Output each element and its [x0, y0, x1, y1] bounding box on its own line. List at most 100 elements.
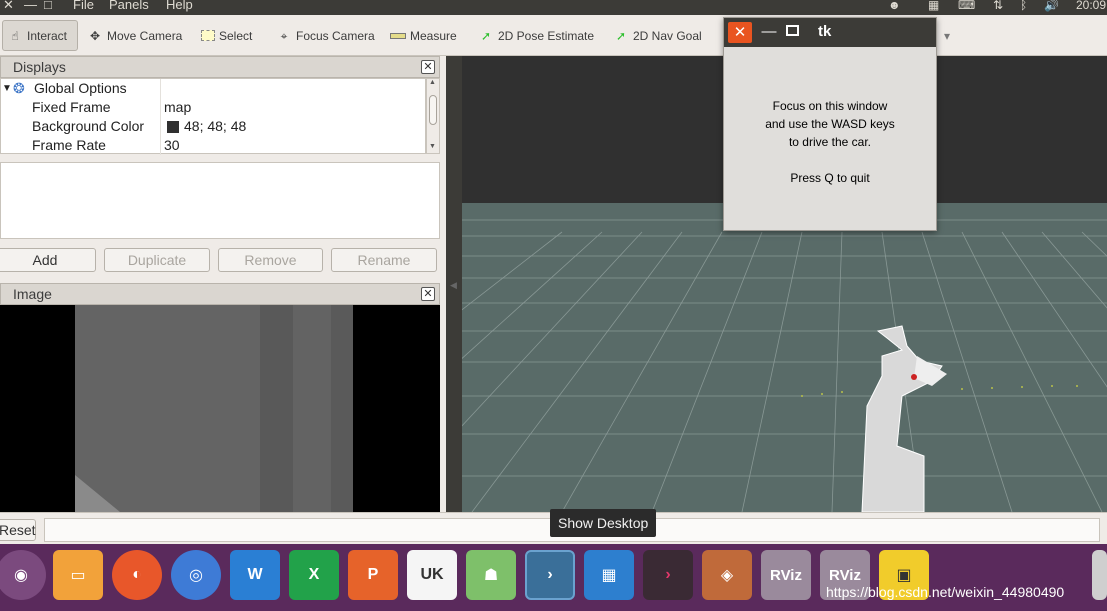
- window-minimize-icon[interactable]: —: [24, 0, 37, 12]
- menu-help[interactable]: Help: [166, 0, 193, 12]
- property-key: Fixed Frame: [32, 99, 111, 115]
- displays-title-text: Displays: [13, 59, 66, 75]
- firefox-icon[interactable]: ◐: [112, 550, 162, 600]
- property-value[interactable]: 48; 48; 48: [184, 117, 246, 136]
- wps-presentation-icon[interactable]: P: [348, 550, 398, 600]
- image-panel-title: Image ✕: [0, 283, 440, 305]
- tool-measure[interactable]: Measure: [386, 20, 461, 51]
- instruction-line: Focus on this window: [772, 99, 888, 113]
- tool-label: Focus Camera: [296, 28, 375, 43]
- left-dock-panel: Displays ✕ ▼ ❂ Global Options Fixed Fram…: [0, 56, 446, 512]
- close-icon[interactable]: ✕: [728, 22, 752, 43]
- wps-spreadsheet-icon[interactable]: X: [289, 550, 339, 600]
- system-menu-bar: ✕ — □ File Panels Help ☻ ▦ ⌨ ⇅ ᛒ 🔊 20:09: [0, 0, 1107, 15]
- tool-focus-camera[interactable]: ⌖ Focus Camera: [272, 20, 379, 51]
- tree-row-background-color[interactable]: Background Color 48; 48; 48: [1, 117, 427, 136]
- image-title-text: Image: [13, 286, 52, 302]
- property-description-box: [0, 162, 440, 239]
- green-arrow-icon: ➚: [615, 28, 627, 43]
- wps-writer-icon[interactable]: W: [230, 550, 280, 600]
- menu-panels[interactable]: Panels: [109, 0, 149, 12]
- tool-2d-pose-estimate[interactable]: ➚ 2D Pose Estimate: [474, 20, 598, 51]
- tool-select[interactable]: Select: [197, 20, 256, 51]
- instruction-line: [724, 151, 936, 169]
- clock[interactable]: 20:09: [1076, 0, 1106, 12]
- scroll-up-icon[interactable]: ▲: [429, 79, 436, 86]
- property-value[interactable]: map: [164, 98, 191, 117]
- tool-label: 2D Pose Estimate: [498, 28, 595, 43]
- property-key: Frame Rate: [32, 137, 106, 153]
- displays-panel-title: Displays ✕: [0, 56, 440, 78]
- camera-image-view: [0, 305, 440, 512]
- close-icon[interactable]: ✕: [421, 60, 435, 74]
- remove-button[interactable]: Remove: [218, 248, 323, 272]
- tree-row-fixed-frame[interactable]: Fixed Frame map: [1, 98, 427, 117]
- move-camera-icon: ✥: [89, 28, 101, 43]
- global-options-label: Global Options: [34, 80, 127, 96]
- tool-label: Move Camera: [107, 28, 183, 43]
- add-button[interactable]: Add: [0, 248, 96, 272]
- calendar-icon[interactable]: ▦: [928, 0, 939, 12]
- tool-label: Select: [219, 28, 253, 43]
- toolbar-overflow-icon[interactable]: ▾: [940, 20, 954, 51]
- property-value[interactable]: 30: [164, 136, 180, 155]
- reset-button[interactable]: Reset: [0, 519, 36, 541]
- files-folder-icon[interactable]: ▭: [53, 550, 103, 600]
- instruction-line: and use the WASD keys: [765, 117, 895, 131]
- tree-row-frame-rate[interactable]: Frame Rate 30: [1, 136, 427, 155]
- gazebo-icon[interactable]: ◈: [702, 550, 752, 600]
- instruction-line: Press Q to quit: [790, 171, 870, 185]
- tk-teleop-window[interactable]: ✕ — tk Focus on this window and use the …: [723, 17, 937, 231]
- maximize-icon[interactable]: [786, 25, 799, 36]
- tree-row-global-options[interactable]: ▼ ❂ Global Options: [1, 79, 427, 98]
- show-desktop-tooltip: Show Desktop: [550, 509, 657, 537]
- tk-window-title: tk: [818, 23, 832, 40]
- network-icon[interactable]: ⇅: [993, 0, 1003, 12]
- scroll-down-icon[interactable]: ▼: [429, 143, 436, 150]
- tool-2d-nav-goal[interactable]: ➚ 2D Nav Goal: [609, 20, 706, 51]
- instruction-line: to drive the car.: [788, 135, 872, 149]
- ros-robot-icon[interactable]: ☗: [466, 550, 516, 600]
- keyboard-icon[interactable]: ⌨: [958, 0, 975, 12]
- tool-move-camera[interactable]: ✥ Move Camera: [83, 20, 186, 51]
- menu-file[interactable]: File: [73, 0, 94, 12]
- terminal-red-icon[interactable]: ›: [643, 550, 693, 600]
- property-key: Background Color: [32, 118, 145, 134]
- close-icon[interactable]: ✕: [421, 287, 435, 301]
- duplicate-button[interactable]: Duplicate: [104, 248, 210, 272]
- terminal-icon[interactable]: ›: [525, 550, 575, 600]
- tk-instructions: Focus on this window and use the WASD ke…: [724, 97, 936, 187]
- rename-button[interactable]: Rename: [331, 248, 437, 272]
- window-close-icon[interactable]: ✕: [3, 0, 14, 13]
- focus-camera-icon: ⌖: [280, 28, 288, 43]
- scrollbar-thumb[interactable]: [429, 95, 437, 125]
- minimize-icon[interactable]: —: [759, 22, 779, 42]
- trash-icon[interactable]: [1092, 550, 1107, 600]
- ubuntu-logo-icon[interactable]: ◉: [0, 550, 46, 600]
- rviz-toolbar: ☝ Interact ✥ Move Camera Select ⌖ Focus …: [0, 15, 1107, 56]
- green-arrow-icon: ➚: [480, 28, 492, 43]
- desktop: ✕ — □ File Panels Help ☻ ▦ ⌨ ⇅ ᛒ 🔊 20:09…: [0, 0, 1107, 611]
- ruler-icon: [390, 32, 406, 39]
- launcher-dock: ◉ ▭ ◐ ◎ W X P UK ☗ › ▦ › ◈ RViz RViz ▣: [0, 544, 1107, 611]
- camera-image: [0, 305, 440, 512]
- watermark-text: https://blog.csdn.net/weixin_44980490: [826, 584, 1065, 600]
- bluetooth-icon[interactable]: ᛒ: [1020, 0, 1027, 12]
- chat-icon[interactable]: ☻: [888, 0, 901, 12]
- expand-arrow-icon[interactable]: ▼: [2, 79, 12, 98]
- window-maximize-icon[interactable]: □: [44, 0, 52, 12]
- hand-pointer-icon: ☝: [11, 28, 19, 43]
- color-swatch[interactable]: [167, 121, 179, 133]
- rviz-icon[interactable]: RViz: [761, 550, 811, 600]
- tool-label: Measure: [410, 28, 457, 43]
- chromium-icon[interactable]: ◎: [171, 550, 221, 600]
- workspace-switcher-icon[interactable]: ▦: [584, 550, 634, 600]
- volume-icon[interactable]: 🔊: [1044, 0, 1059, 12]
- ubuntu-software-icon[interactable]: UK: [407, 550, 457, 600]
- tool-interact[interactable]: ☝ Interact: [2, 20, 78, 51]
- displays-tree[interactable]: ▼ ❂ Global Options Fixed Frame map Backg…: [0, 78, 427, 155]
- displays-scrollbar[interactable]: ▲ ▼: [426, 78, 440, 154]
- tool-label: 2D Nav Goal: [633, 28, 702, 43]
- collapse-arrow-icon[interactable]: ◀: [450, 280, 457, 291]
- tk-titlebar[interactable]: ✕ — tk: [724, 18, 936, 47]
